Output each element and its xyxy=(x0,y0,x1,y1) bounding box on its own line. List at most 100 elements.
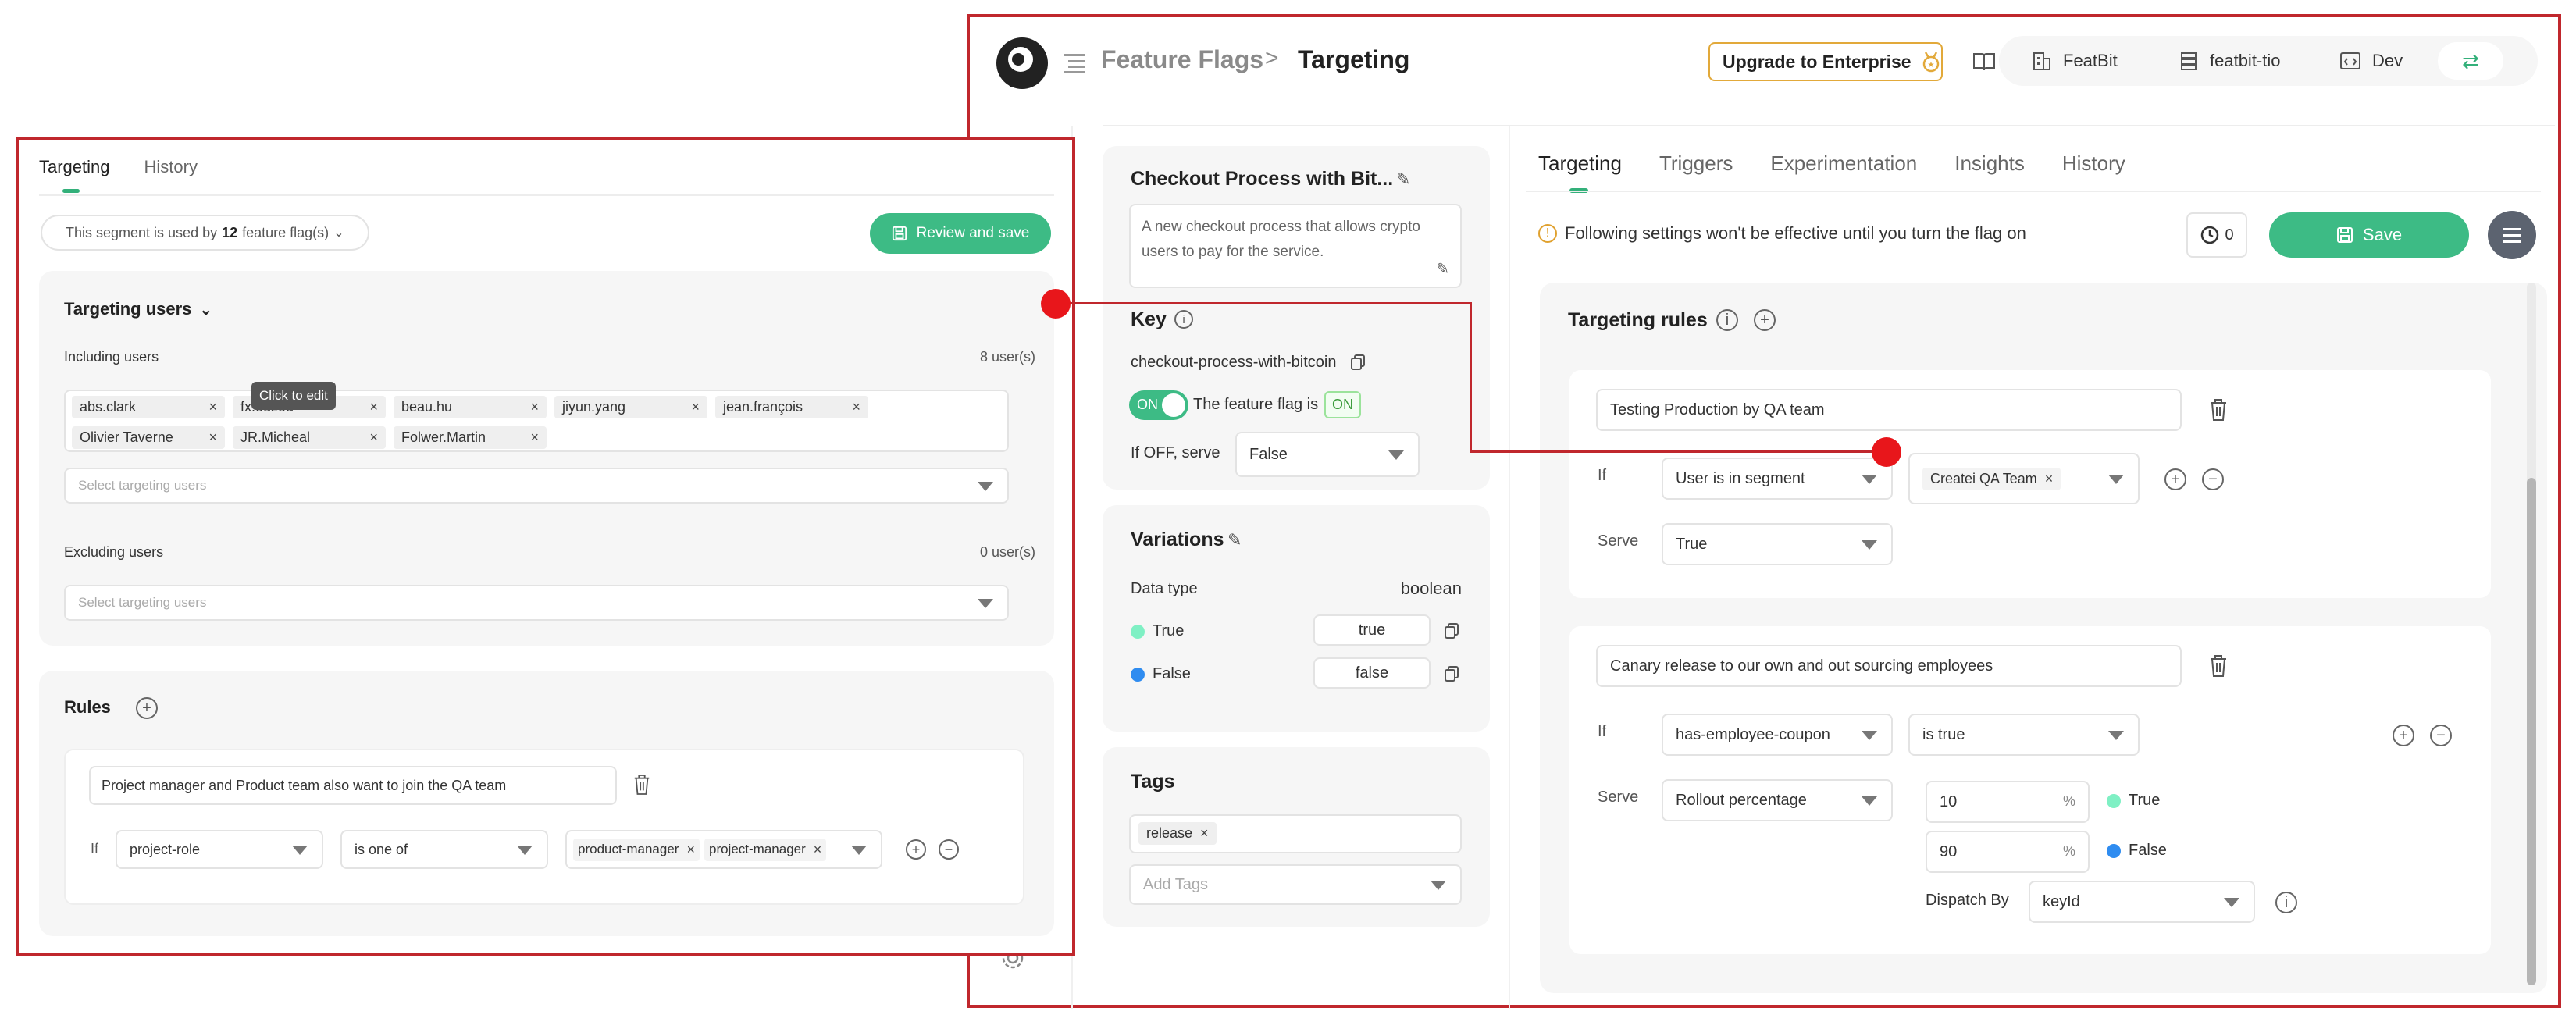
copy-true-icon[interactable] xyxy=(1443,622,1460,639)
including-users-count: 8 user(s) xyxy=(979,349,1035,365)
review-and-save-button[interactable]: Review and save xyxy=(870,213,1051,254)
include-users-select[interactable]: Select targeting users xyxy=(64,468,1009,504)
tags-field[interactable]: release × xyxy=(1129,814,1462,853)
delete-rule-icon[interactable] xyxy=(2208,398,2229,422)
value-tag[interactable]: project-manager × xyxy=(704,838,827,861)
remove-condition-icon[interactable]: − xyxy=(2202,468,2224,490)
chevron-down-icon xyxy=(978,599,993,608)
remove-user-icon[interactable]: × xyxy=(691,399,700,415)
edit-variations-icon[interactable]: ✎ xyxy=(1227,530,1242,550)
targeting-users-header[interactable]: Targeting users ⌄ xyxy=(64,299,212,319)
remove-user-icon[interactable]: × xyxy=(530,429,539,446)
usage-suffix: feature flag(s) xyxy=(242,224,330,240)
dispatch-by-select[interactable]: keyId xyxy=(2029,881,2255,923)
exclude-users-select[interactable]: Select targeting users xyxy=(64,585,1009,621)
included-users-field[interactable]: abs.clark× fx.ouzou× beau.hu× jiyun.yang… xyxy=(64,390,1009,452)
upgrade-button[interactable]: Upgrade to Enterprise ★ xyxy=(1708,42,1943,81)
description-box[interactable]: A new checkout process that allows crypt… xyxy=(1129,204,1462,288)
rule-property-select[interactable]: User is in segment xyxy=(1662,458,1893,500)
docs-book-icon[interactable] xyxy=(1972,52,1996,72)
org-selector[interactable]: FeatBit xyxy=(2032,41,2118,81)
tab-experimentation[interactable]: Experimentation xyxy=(1770,151,1917,176)
segment-rule-operator-select[interactable]: is one of xyxy=(340,830,548,869)
add-segment-condition-icon[interactable]: + xyxy=(906,839,926,860)
segment-tag[interactable]: Createi QA Team × xyxy=(1922,467,2061,490)
rule-name-input[interactable]: Testing Production by QA team xyxy=(1596,389,2182,431)
user-tag[interactable]: Olivier Taverne × xyxy=(72,426,225,449)
rules-info-icon[interactable]: i xyxy=(1716,309,1738,331)
tab-history[interactable]: History xyxy=(2062,151,2125,176)
remove-user-icon[interactable]: × xyxy=(852,399,860,415)
add-tags-select[interactable]: Add Tags xyxy=(1129,864,1462,905)
remove-user-icon[interactable]: × xyxy=(208,429,217,446)
history-counter-button[interactable]: 0 xyxy=(2186,212,2247,258)
remove-tag-icon[interactable]: × xyxy=(1200,825,1209,842)
segment-rule-property-select[interactable]: project-role xyxy=(116,830,323,869)
remove-user-icon[interactable]: × xyxy=(369,429,378,446)
user-tag[interactable]: abs.clark × xyxy=(72,396,225,418)
segment-rule-values-select[interactable]: product-manager × project-manager × xyxy=(565,830,882,869)
variation-true-name: True xyxy=(1153,622,1185,639)
segment-select[interactable]: Createi QA Team × xyxy=(1908,453,2140,504)
user-tag[interactable]: jean.françois × xyxy=(715,396,868,418)
rollout-false-input[interactable]: 90 % xyxy=(1926,831,2090,873)
remove-user-icon[interactable]: × xyxy=(208,399,217,415)
user-tag[interactable]: JR.Micheal × xyxy=(233,426,386,449)
segment-tab-history[interactable]: History xyxy=(144,157,198,177)
save-button[interactable]: Save xyxy=(2269,212,2469,258)
edit-description-icon[interactable]: ✎ xyxy=(1436,259,1449,279)
remove-user-icon[interactable]: × xyxy=(369,399,378,415)
tab-insights[interactable]: Insights xyxy=(1954,151,2025,176)
dispatch-info-icon[interactable]: i xyxy=(2275,892,2297,913)
add-rule-icon[interactable]: + xyxy=(1754,309,1776,331)
building-icon xyxy=(2033,52,2050,70)
rule-operator-select[interactable]: is true xyxy=(1908,714,2140,756)
breadcrumb-feature-flags[interactable]: Feature Flags xyxy=(1101,45,1263,74)
chevron-down-icon xyxy=(1862,731,1877,740)
segment-tab-targeting[interactable]: Targeting xyxy=(39,157,110,193)
rule-property-select[interactable]: has-employee-coupon xyxy=(1662,714,1893,756)
tag-release[interactable]: release × xyxy=(1138,822,1217,845)
add-condition-icon[interactable]: + xyxy=(2393,725,2414,746)
remove-value-icon[interactable]: × xyxy=(814,842,822,858)
key-info-icon[interactable]: i xyxy=(1174,310,1193,329)
remove-user-icon[interactable]: × xyxy=(530,399,539,415)
user-tag[interactable]: Folwer.Martin × xyxy=(394,426,547,449)
add-segment-rule-icon[interactable]: + xyxy=(136,697,158,719)
targeting-rules-title: Targeting rules xyxy=(1568,309,1708,331)
project-selector[interactable]: featbit-tio xyxy=(2179,41,2281,81)
variation-true-value[interactable]: true xyxy=(1313,614,1431,646)
user-tag[interactable]: beau.hu × xyxy=(394,396,547,418)
menu-collapse-icon[interactable] xyxy=(1062,52,1087,75)
tab-triggers[interactable]: Triggers xyxy=(1659,151,1733,176)
remove-value-icon[interactable]: × xyxy=(686,842,695,858)
segment-usage-dropdown[interactable]: This segment is used by 12 feature flag(… xyxy=(41,215,369,251)
copy-false-icon[interactable] xyxy=(1443,665,1460,682)
value-tag[interactable]: product-manager × xyxy=(573,838,700,861)
delete-segment-rule-icon[interactable] xyxy=(632,774,651,796)
segment-rule-name-input[interactable]: Project manager and Product team also wa… xyxy=(89,766,617,805)
off-serve-select[interactable]: False xyxy=(1235,432,1420,477)
chevron-down-icon: ⌄ xyxy=(199,301,213,319)
env-selector[interactable]: Dev xyxy=(2339,41,2403,81)
edit-name-icon[interactable]: ✎ xyxy=(1396,169,1410,190)
rule-name-input[interactable]: Canary release to our own and out sourci… xyxy=(1596,645,2182,687)
rollout-true-input[interactable]: 10 % xyxy=(1926,781,2090,823)
flag-toggle[interactable]: ON xyxy=(1129,390,1188,420)
serve-select[interactable]: True xyxy=(1662,523,1893,565)
remove-segment-icon[interactable]: × xyxy=(2045,471,2054,487)
delete-rule-icon[interactable] xyxy=(2208,654,2229,678)
add-condition-icon[interactable]: + xyxy=(2164,468,2186,490)
scrollbar-thumb[interactable] xyxy=(2527,478,2536,985)
serve-select[interactable]: Rollout percentage xyxy=(1662,779,1893,821)
remove-segment-condition-icon[interactable]: − xyxy=(939,839,959,860)
switch-env-button[interactable]: ⇄ xyxy=(2438,42,2503,80)
tab-targeting[interactable]: Targeting xyxy=(1538,151,1622,193)
variation-false-value[interactable]: false xyxy=(1313,657,1431,689)
scrollbar-track[interactable] xyxy=(2527,283,2536,985)
more-menu-button[interactable] xyxy=(2488,211,2536,259)
copy-key-icon[interactable] xyxy=(1349,354,1366,371)
remove-condition-icon[interactable]: − xyxy=(2430,725,2452,746)
variation-false-name: False xyxy=(1153,665,1191,682)
user-tag[interactable]: jiyun.yang × xyxy=(554,396,707,418)
